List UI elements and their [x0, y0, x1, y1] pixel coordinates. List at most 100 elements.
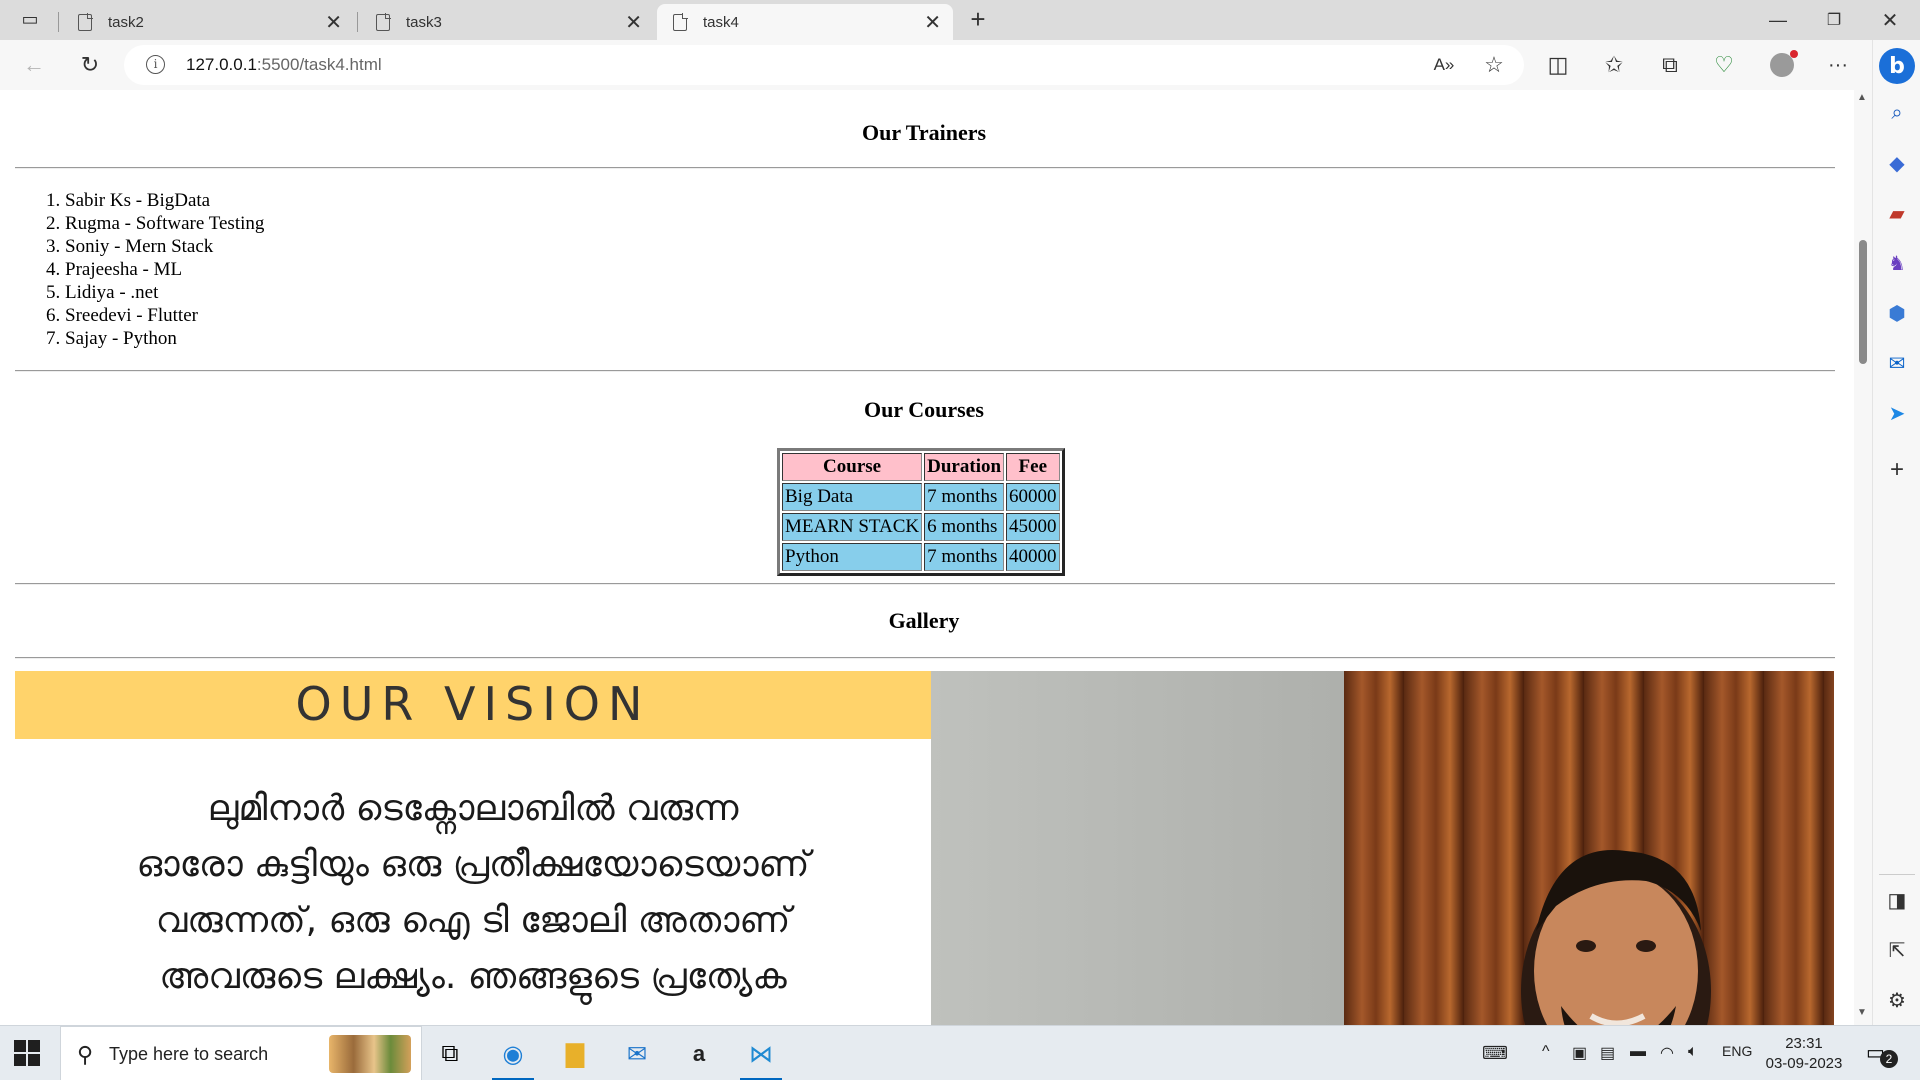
page-scrollbar[interactable]: ▲ ▼ [1854, 90, 1872, 1025]
tab-task2[interactable]: task2 ✕ [62, 4, 354, 40]
meet-now-icon[interactable]: ▣ [1572, 1043, 1587, 1063]
table-cell: 7 months [924, 483, 1005, 511]
keyboard-icon[interactable]: ⌨ [1482, 1043, 1508, 1064]
gallery-heading: Gallery [888, 608, 960, 633]
search-placeholder: Type here to search [109, 1044, 269, 1064]
tab-task4[interactable]: task4 ✕ [657, 4, 953, 40]
trainer-list-item: Sabir Ks - BigData [65, 189, 264, 212]
table-row: Big Data 7 months 60000 [782, 483, 1060, 511]
vision-text-line: ലുമിനാർ ടെക്നോലാബിൽ വരുന്ന [207, 788, 739, 829]
tab-separator [357, 12, 358, 32]
new-tab-button[interactable]: + [960, 2, 996, 36]
amazon-icon[interactable]: a [674, 1032, 724, 1076]
photo-wall [931, 671, 1344, 1025]
vscode-icon[interactable]: ⋈ [736, 1032, 786, 1080]
hide-sidebar-icon[interactable]: ◨ [1883, 886, 1911, 914]
scrollbar-thumb[interactable] [1859, 240, 1867, 364]
courses-table: Course Duration Fee Big Data 7 months 60000 M… [777, 448, 1065, 576]
person-figure [1521, 850, 1711, 1025]
taskbar-search-box[interactable]: ⚲ Type here to search [60, 1026, 422, 1080]
page-icon [673, 12, 688, 31]
minimize-icon[interactable]: — [1750, 4, 1806, 36]
site-info-icon[interactable]: i [146, 55, 165, 74]
url-text[interactable]: 127.0.0.1:5500/task4.html [186, 55, 382, 75]
table-cell: 7 months [924, 543, 1005, 571]
games-icon[interactable]: ♞ [1883, 249, 1911, 277]
vision-text-line: ഓരോ കുട്ടിയും ഒരു പ്രതീക്ഷയോടെയാണ് [136, 844, 810, 885]
back-icon[interactable]: ← [16, 48, 52, 82]
tab-task3[interactable]: task3 ✕ [360, 4, 654, 40]
search-icon[interactable]: ⌕ [1883, 99, 1911, 127]
copilot-icon[interactable]: b [1879, 48, 1915, 84]
volume-icon[interactable]: 🔈︎ [1688, 1043, 1698, 1061]
trainers-list: Sabir Ks - BigDataRugma - Software Testi… [65, 189, 264, 350]
favorite-star-icon[interactable]: ☆ [1476, 48, 1512, 82]
vision-text-line: അവരുടെ ലക്ഷ്യം. ഞങ്ങളുടെ പ്രത്യേക [159, 956, 787, 997]
page-viewport: Our Trainers Sabir Ks - BigDataRugma - S… [6, 90, 1854, 1025]
notification-count: 2 [1880, 1050, 1898, 1068]
trainer-list-item: Lidiya - .net [65, 281, 264, 304]
trainer-photo [931, 671, 1834, 1025]
outlook-icon[interactable]: ✉ [1883, 349, 1911, 377]
scroll-up-icon[interactable]: ▲ [1857, 92, 1867, 103]
microsoft365-icon[interactable]: ⬢ [1883, 299, 1911, 327]
refresh-icon[interactable]: ↻ [72, 48, 108, 82]
horizontal-rule [15, 370, 1835, 372]
shopping-tag-icon[interactable]: ◆ [1883, 149, 1911, 177]
wifi-icon[interactable]: ◠ [1660, 1043, 1674, 1063]
table-row: MEARN STACK 6 months 45000 [782, 513, 1060, 541]
profile-avatar[interactable] [1764, 48, 1800, 82]
windows-taskbar: ⚲ Type here to search ⧉ ◉ ▇ ✉ a ⋈ ⌨ ^ ▣ … [0, 1025, 1920, 1080]
courses-heading: Our Courses [864, 397, 984, 422]
vision-text: ലുമിനാർ ടെക്നോലാബിൽ വരുന്ന ഓരോ കുട്ടിയും … [15, 781, 931, 1005]
clock-time: 23:31 [1785, 1035, 1823, 1052]
windows-start-icon[interactable] [14, 1040, 40, 1066]
horizontal-rule [15, 583, 1835, 585]
read-aloud-icon[interactable]: A» [1426, 48, 1462, 82]
tools-briefcase-icon[interactable]: ▰ [1883, 199, 1911, 227]
tab-actions-icon[interactable]: ▭ [12, 2, 48, 36]
horizontal-rule [15, 167, 1835, 169]
close-window-icon[interactable]: ✕ [1862, 4, 1918, 36]
trainer-list-item: Rugma - Software Testing [65, 212, 264, 235]
battery-icon[interactable]: ▬ [1630, 1043, 1646, 1061]
open-external-icon[interactable]: ⇱ [1883, 936, 1911, 964]
trainer-list-item: Soniy - Mern Stack [65, 235, 264, 258]
add-sidebar-app-icon[interactable]: + [1883, 456, 1911, 484]
more-options-icon[interactable]: ··· [1820, 48, 1856, 82]
scroll-down-icon[interactable]: ▼ [1857, 1007, 1867, 1018]
notification-icon[interactable]: ▭ 2 [1866, 1040, 1898, 1068]
trainer-list-item: Prajeesha - ML [65, 258, 264, 281]
address-bar[interactable]: i 127.0.0.1:5500/task4.html A» ☆ [124, 45, 1524, 85]
close-tab-icon[interactable]: ✕ [924, 10, 941, 35]
system-clock[interactable]: 23:31 03-09-2023 [1754, 1034, 1854, 1074]
table-header-cell: Course [782, 453, 923, 481]
close-tab-icon[interactable]: ✕ [625, 10, 642, 35]
restore-icon[interactable]: ❐ [1806, 4, 1862, 36]
mail-icon[interactable]: ✉ [612, 1032, 662, 1076]
page-icon [376, 12, 391, 31]
send-drop-icon[interactable]: ➤ [1883, 399, 1911, 427]
split-screen-icon[interactable]: ◫ [1540, 48, 1576, 82]
settings-gear-icon[interactable]: ⚙ [1883, 986, 1911, 1014]
task-view-icon[interactable]: ⧉ [425, 1032, 475, 1076]
table-cell: Big Data [782, 483, 923, 511]
table-row: Python 7 months 40000 [782, 543, 1060, 571]
app-tray-icon[interactable]: ▤ [1600, 1043, 1615, 1063]
collections-icon[interactable]: ⧉ [1652, 48, 1688, 82]
clock-date: 03-09-2023 [1765, 1055, 1843, 1072]
vision-banner-text: OUR VISION [295, 677, 651, 731]
edge-taskbar-icon[interactable]: ◉ [488, 1032, 538, 1080]
favorites-icon[interactable]: ✩ [1596, 48, 1632, 82]
table-cell: Python [782, 543, 923, 571]
tab-separator [58, 12, 59, 32]
tab-title: task4 [703, 13, 739, 31]
our-vision-image: OUR VISION ലുമിനാർ ടെക്നോലാബിൽ വരുന്ന ഓരോ… [15, 671, 931, 1025]
close-tab-icon[interactable]: ✕ [325, 10, 342, 35]
page-icon [78, 12, 93, 31]
show-hidden-icons-icon[interactable]: ^ [1542, 1043, 1550, 1061]
file-explorer-icon[interactable]: ▇ [550, 1032, 600, 1076]
language-indicator[interactable]: ENG [1722, 1043, 1752, 1059]
sidebar-divider [1879, 874, 1915, 875]
browser-essentials-icon[interactable]: ♡ [1706, 48, 1742, 82]
